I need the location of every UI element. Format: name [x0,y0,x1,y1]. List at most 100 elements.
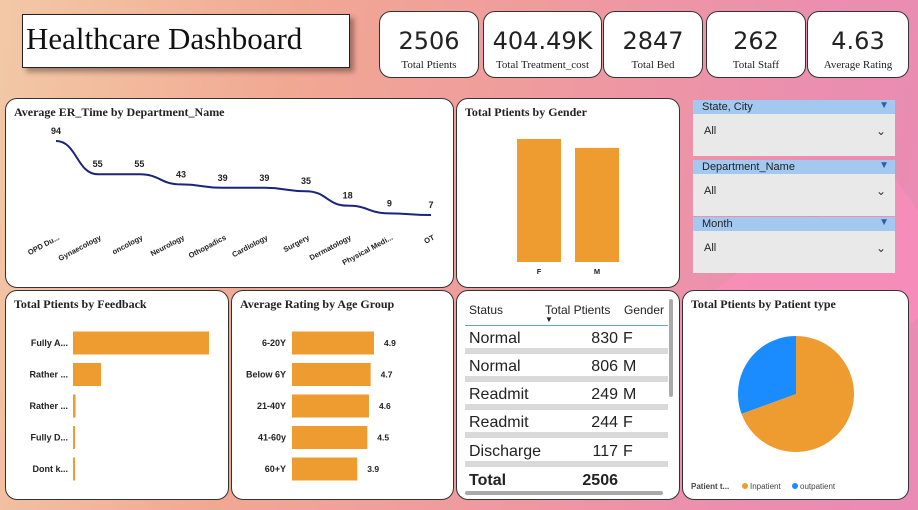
data-label: 55 [134,159,144,169]
y-tick-label: Below 6Y [246,370,286,380]
cell-status: Readmit [469,414,529,431]
legend-title: Patient t... [691,482,729,491]
x-tick-label: OPD Du... [26,233,61,257]
x-tick-label: Gynaecology [57,232,104,262]
y-tick-label: Rather ... [29,401,68,411]
gender-bar [575,147,619,262]
chart-title: Total Ptients by Feedback [14,297,147,311]
er-time-line-chart: 94 OPD Du... 55 Gynaecology 55 oncology 43 Neur… [26,126,436,267]
table-row[interactable]: Discharge 117 F [465,439,668,467]
cell-status: Normal [469,358,521,375]
table-body: Normal 830 F Normal 806 M Readmit 249 M … [457,291,679,499]
cell-gender: M [623,386,637,403]
feedback-bar [73,426,75,449]
chevron-down-icon[interactable]: ▼ [879,216,889,230]
data-label: 4.6 [379,401,391,411]
feedback-bar [73,394,76,418]
gender-bar-chart: FM [517,139,619,276]
feedback-bar [73,457,75,481]
table-row[interactable]: Normal 830 F [465,326,668,354]
kpi-value: 262 [733,27,779,55]
x-tick-label: F [537,267,542,276]
table-row[interactable]: Readmit 249 M [465,382,668,410]
chart-title: Total Ptients by Patient type [691,297,836,311]
kpi-label: Total Ptients [401,59,457,71]
feedback-bar [292,426,368,449]
total-value: 2506 [582,472,618,489]
gender-chart-card[interactable]: Total Ptients by Gender FM [456,98,680,288]
chevron-down-icon[interactable]: ⌄ [876,231,886,265]
slicer-value: All [704,125,717,137]
kpi-total-staff[interactable]: 262 Total Staff [706,11,806,78]
cell-status: Discharge [469,443,542,460]
data-label: 18 [343,191,353,201]
chart-title: Average ER_Time by Department_Name [14,105,225,119]
slicer-dropdown[interactable]: All ⌄ [693,231,895,273]
cell-gender: F [623,414,633,431]
data-label: 9 [387,198,392,208]
kpi-label: Total Staff [732,59,780,71]
slicer-month[interactable]: Month ▼ All ⌄ [693,217,895,273]
slicer-department-name[interactable]: Department_Name ▼ All ⌄ [693,160,895,216]
status-table-card[interactable]: Status Total Ptients Gender ▼ Normal 830… [456,290,680,500]
kpi-average-rating[interactable]: 4.63 Average Rating [807,11,909,78]
data-label: 3.9 [367,464,379,474]
slicer-value: All [704,185,717,197]
feedback-bar [292,457,358,481]
kpi-total-bed[interactable]: 2847 Total Bed [603,11,703,78]
feedback-bar [292,363,371,386]
total-label: Total [469,472,507,489]
er-time-line [55,140,432,217]
age-rating-chart-card[interactable]: Average Rating by Age Group 6-20Y 4.9 Belo… [231,290,454,500]
chart-title: Total Ptients by Gender [465,105,587,119]
slicer-dropdown[interactable]: All ⌄ [693,114,895,156]
table-row[interactable]: Normal 806 M [465,354,668,382]
x-tick-label: oncology [111,232,145,256]
horizontal-scrollbar[interactable] [465,491,663,495]
cell-count: 249 [591,386,618,403]
chevron-down-icon[interactable]: ▼ [879,159,889,173]
feedback-chart-card[interactable]: Total Ptients by Feedback Fully A... Rath… [5,290,229,500]
feedback-bar [292,331,374,355]
y-tick-label: 60+Y [265,464,286,474]
cell-status: Readmit [469,386,529,403]
data-label: 39 [259,173,269,183]
data-label: 35 [301,176,311,186]
slicer-header: Department_Name ▼ [693,160,895,174]
patient-type-chart-card[interactable]: Total Ptients by Patient type Patient t.… [682,290,909,500]
x-tick-label: Neurology [149,232,187,258]
y-tick-label: Fully A... [31,338,68,348]
cell-gender: F [623,330,633,347]
cell-count: 244 [591,414,618,431]
chevron-down-icon[interactable]: ▼ [879,99,889,113]
cell-gender: F [623,443,633,460]
er-time-chart-card[interactable]: Average ER_Time by Department_Name 94 OPD… [5,98,454,288]
slicer-label: Department_Name [702,161,795,173]
data-label: 55 [93,159,103,169]
legend-marker [742,483,748,489]
slicer-header: Month ▼ [693,217,895,231]
table-row[interactable]: Readmit 244 F [465,410,668,438]
kpi-value: 4.63 [831,27,885,55]
kpi-total-patients[interactable]: 2506 Total Ptients [379,11,479,78]
data-label: 7 [428,200,433,210]
data-label: 4.5 [377,433,389,443]
slicer-state-city[interactable]: State, City ▼ All ⌄ [693,100,895,156]
y-tick-label: 6-20Y [262,338,286,348]
page-title: Healthcare Dashboard [26,21,303,56]
slicer-dropdown[interactable]: All ⌄ [693,174,895,216]
vertical-scrollbar[interactable] [669,299,673,397]
chevron-down-icon[interactable]: ⌄ [876,174,886,208]
feedback-bar [292,394,369,418]
legend-marker [792,483,798,489]
chevron-down-icon[interactable]: ⌄ [876,114,886,148]
feedback-bar [73,363,102,386]
kpi-value: 2847 [622,27,684,55]
cell-gender: M [623,358,637,375]
chart-title: Average Rating by Age Group [240,297,395,311]
cell-count: 830 [591,330,618,347]
title-box: Healthcare Dashboard [22,14,350,68]
data-label: 43 [176,169,186,179]
kpi-total-treatment-cost[interactable]: 404.49K Total Treatment_cost [483,11,602,78]
x-tick-label: M [594,267,600,276]
